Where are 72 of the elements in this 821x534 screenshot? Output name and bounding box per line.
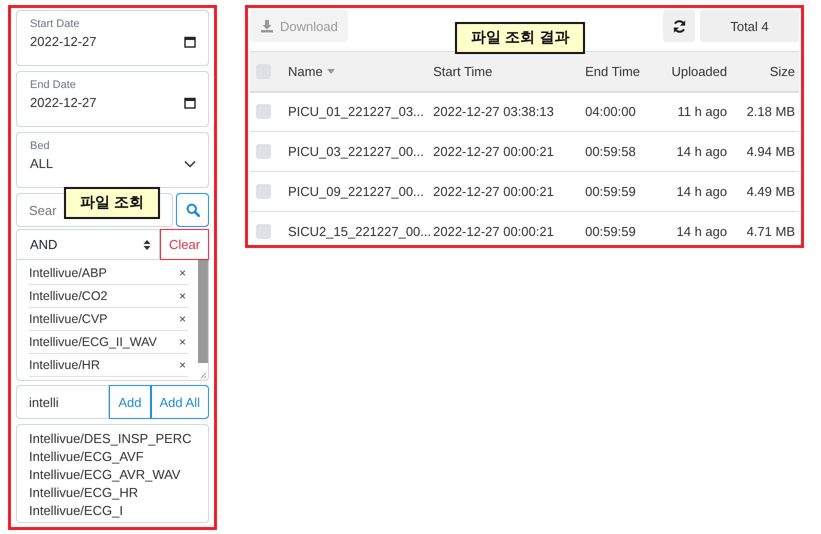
row-checkbox[interactable] [256,224,271,240]
row-checkbox[interactable] [256,144,271,159]
signal-option[interactable]: Intellivue/ECG_HR [29,485,196,501]
calendar-icon[interactable] [184,96,196,108]
table-cell: 14 h ago [676,184,728,199]
table-cell: 14 h ago [676,144,728,159]
table-cell: 2022-12-27 00:00:21 [433,184,554,199]
download-icon [260,19,274,33]
remove-button[interactable]: × [176,312,188,326]
remove-button[interactable]: × [176,335,188,349]
table-cell: 14 h ago [676,224,728,240]
field-value: 2022-12-27 [30,95,96,110]
field-value: 2022-12-27 [30,34,96,49]
signal-input-field[interactable]: intelli [16,385,110,419]
column-header[interactable]: End Time [585,64,640,79]
table-cell: 00:59:59 [585,224,636,240]
column-header[interactable]: Uploaded [671,64,728,79]
signal-label: Intellivue/HR [29,358,100,372]
table-cell: 2022-12-27 00:00:21 [433,224,554,240]
signal-option[interactable]: Intellivue/ECG_AVR_WAV [29,467,196,483]
table-cell: 2022-12-27 03:38:13 [433,104,554,120]
callout-tooltip: 파일 조회 결과 [455,22,586,54]
scrollbar[interactable] [198,260,208,363]
end-date-field[interactable]: End Date 2022-12-27 [16,71,209,127]
remove-button[interactable]: × [176,266,188,280]
table-cell: 4.71 MB [746,224,795,240]
signal-option[interactable]: Intellivue/ECG_I [29,503,196,519]
table-cell: PICU_03_221227_00... [288,144,424,159]
signal-label: Intellivue/CVP [29,312,108,326]
table-cell: PICU_09_221227_00... [288,184,424,199]
signal-option[interactable]: Intellivue/ECG_AVF [29,449,196,465]
add-all-button[interactable]: Add All [150,385,209,419]
table-cell: 2022-12-27 00:00:21 [433,144,554,159]
column-header[interactable]: Name [288,64,323,79]
clear-button[interactable]: Clear [160,229,209,260]
table-cell: 4.94 MB [746,144,795,159]
signal-label: Intellivue/ECG_II_WAV [29,335,157,349]
start-date-field[interactable]: Start Date 2022-12-27 [16,10,209,66]
signal-label: Intellivue/ABP [29,266,107,280]
field-label: Bed [30,140,51,152]
table-cell: SICU2_15_221227_00... [288,224,432,240]
field-value: ALL [30,156,54,171]
table-cell: 4.49 MB [746,184,795,199]
table-cell: 11 h ago [677,104,728,120]
signal-label: Intellivue/CO2 [29,289,108,303]
resize-grip-icon[interactable] [199,371,207,379]
table-cell: 2.18 MB [746,104,795,120]
total-count: Total 4 [700,10,799,42]
row-checkbox[interactable] [256,184,271,199]
remove-button[interactable]: × [176,289,188,303]
sort-arrows-icon [143,238,151,250]
sort-caret-icon[interactable] [326,68,335,74]
row-checkbox[interactable] [256,104,271,120]
callout-tooltip: 파일 조회 [64,187,160,219]
table-cell: 04:00:00 [585,104,636,120]
search-button[interactable] [176,193,209,227]
column-header[interactable]: Start Time [433,64,492,79]
signal-option[interactable]: Intellivue/DES_INSP_PERC [29,431,196,447]
table-cell: PICU_01_221227_03... [288,104,424,120]
field-label: End Date [30,79,77,91]
chevron-down-icon [184,160,196,168]
refresh-icon [672,18,686,34]
column-header[interactable]: Size [770,64,795,79]
refresh-button[interactable] [663,10,695,42]
calendar-icon[interactable] [184,36,196,48]
add-button[interactable]: Add [109,385,151,419]
search-icon [186,203,200,217]
field-label: Start Date [30,18,81,30]
operator-select[interactable]: AND [16,229,160,260]
table-cell: 00:59:58 [585,144,636,159]
remove-button[interactable]: × [176,358,188,372]
table-cell: 00:59:59 [585,184,636,199]
